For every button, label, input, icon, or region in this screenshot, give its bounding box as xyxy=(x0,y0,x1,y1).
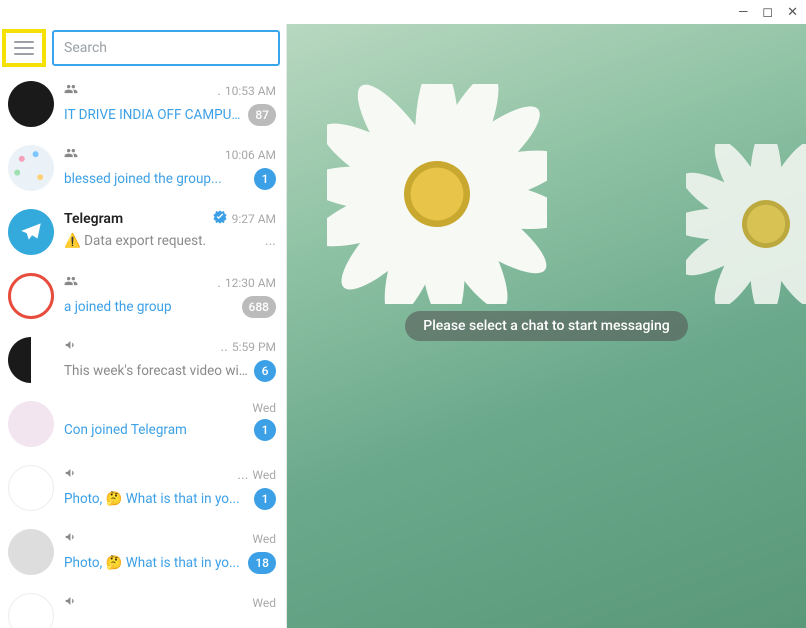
chat-preview: This week's forecast video wil... xyxy=(64,363,248,379)
chat-preview: IT DRIVE INDIA OFF CAMPUS... xyxy=(64,107,242,123)
search-box[interactable] xyxy=(52,30,280,66)
channel-icon xyxy=(64,337,78,356)
chat-preview: Con joined Telegram xyxy=(64,422,248,438)
chat-preview: blessed joined the group... xyxy=(64,171,248,187)
group-icon xyxy=(64,273,78,292)
search-input[interactable] xyxy=(64,40,268,56)
channel-icon xyxy=(64,465,78,484)
dots: . xyxy=(217,83,221,99)
sidebar: . 10:53 AM IT DRIVE INDIA OFF CAMPUS... … xyxy=(0,24,287,628)
close-button[interactable]: ✕ xyxy=(787,5,798,20)
chat-item[interactable]: Wed Con joined Telegram 1 xyxy=(0,392,286,456)
chat-time: 10:06 AM xyxy=(225,148,276,162)
dots: . xyxy=(217,275,221,291)
channel-icon xyxy=(64,593,78,612)
avatar xyxy=(8,593,54,628)
chat-time: Wed xyxy=(252,468,276,482)
chat-item[interactable]: Wed Photo, 🤔 What is that in yo... 18 xyxy=(0,520,286,584)
unread-badge: 18 xyxy=(248,552,276,574)
chat-item[interactable]: .. 5:59 PM This week's forecast video wi… xyxy=(0,328,286,392)
chat-list[interactable]: . 10:53 AM IT DRIVE INDIA OFF CAMPUS... … xyxy=(0,72,286,628)
unread-badge: 1 xyxy=(254,419,276,441)
chat-time: 12:30 AM xyxy=(225,276,276,290)
avatar xyxy=(8,81,54,127)
chat-item[interactable]: Wed xyxy=(0,584,286,628)
unread-badge: 1 xyxy=(254,488,276,510)
minimize-button[interactable]: — xyxy=(738,5,748,20)
unread-badge: 1 xyxy=(254,168,276,190)
chat-time: Wed xyxy=(252,401,276,415)
maximize-button[interactable]: ◻ xyxy=(762,5,773,20)
group-icon xyxy=(64,145,78,164)
unread-badge: 87 xyxy=(248,104,276,126)
menu-icon[interactable] xyxy=(14,41,34,55)
avatar xyxy=(8,145,54,191)
background-flower xyxy=(686,144,806,304)
placeholder-text: Please select a chat to start messaging xyxy=(405,311,687,341)
verified-icon xyxy=(212,209,228,229)
chat-preview: a joined the group xyxy=(64,299,236,315)
avatar xyxy=(8,337,54,383)
avatar xyxy=(8,209,54,255)
group-icon xyxy=(64,81,78,100)
chat-item[interactable]: . 12:30 AM a joined the group 688 xyxy=(0,264,286,328)
dots: .. xyxy=(220,339,227,355)
chat-preview: Photo, 🤔 What is that in yo... xyxy=(64,491,248,507)
chat-time: 5:59 PM xyxy=(232,340,276,354)
chat-item[interactable]: Telegram 9:27 AM ⚠️ Data export request.… xyxy=(0,200,286,264)
chat-time: Wed xyxy=(252,532,276,546)
ellipsis: ... xyxy=(265,233,276,249)
chat-time: 10:53 AM xyxy=(225,84,276,98)
chat-time: Wed xyxy=(252,596,276,610)
avatar xyxy=(8,465,54,511)
dots: ... xyxy=(237,467,248,483)
chat-item[interactable]: ... Wed Photo, 🤔 What is that in yo... 1 xyxy=(0,456,286,520)
avatar xyxy=(8,401,54,447)
unread-badge: 6 xyxy=(254,360,276,382)
chat-item[interactable]: 10:06 AM blessed joined the group... 1 xyxy=(0,136,286,200)
main-area: Please select a chat to start messaging xyxy=(287,24,806,628)
avatar xyxy=(8,273,54,319)
chat-item[interactable]: . 10:53 AM IT DRIVE INDIA OFF CAMPUS... … xyxy=(0,72,286,136)
menu-button-highlight xyxy=(2,29,46,67)
chat-title: Telegram xyxy=(64,211,208,227)
background-flower xyxy=(327,84,547,304)
avatar xyxy=(8,529,54,575)
chat-preview: Photo, 🤔 What is that in yo... xyxy=(64,555,242,571)
channel-icon xyxy=(64,529,78,548)
unread-badge: 688 xyxy=(242,296,276,318)
chat-time: 9:27 AM xyxy=(232,212,276,226)
chat-preview: ⚠️ Data export request. xyxy=(64,233,255,249)
